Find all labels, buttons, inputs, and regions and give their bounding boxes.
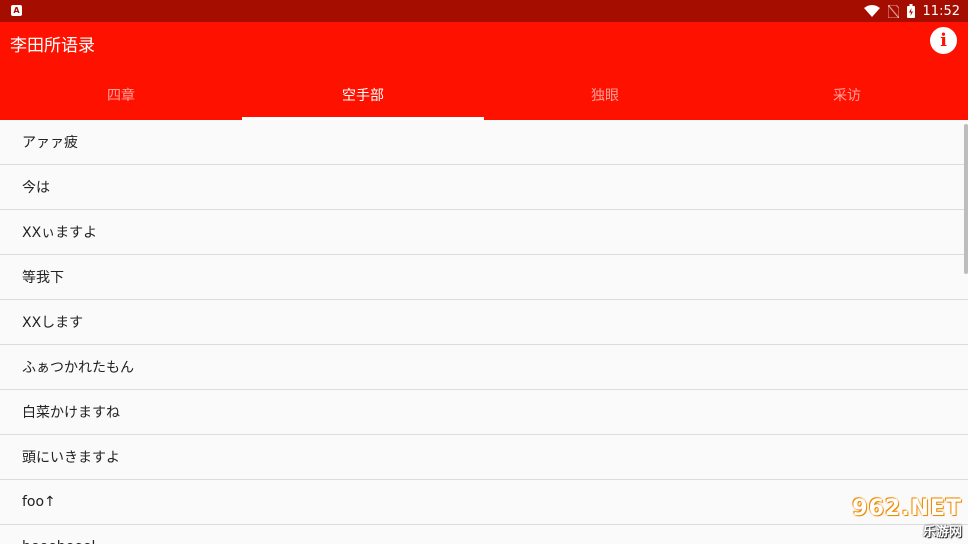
- scrollbar[interactable]: [964, 124, 968, 274]
- no-sim-icon: [887, 4, 899, 18]
- list-item[interactable]: 等我下: [0, 255, 968, 300]
- list-item[interactable]: アァァ疲: [0, 120, 968, 165]
- list-item[interactable]: XXします: [0, 300, 968, 345]
- tab-karate[interactable]: 空手部: [242, 70, 484, 120]
- list-item[interactable]: 白菜かけますね: [0, 390, 968, 435]
- clock: 11:52: [922, 3, 960, 19]
- list-item[interactable]: ふぁつかれたもん: [0, 345, 968, 390]
- notification-icon: A: [11, 5, 22, 16]
- wifi-icon: [863, 5, 880, 17]
- info-icon: i: [940, 30, 947, 51]
- watermark-bottom: 乐游网: [922, 525, 962, 540]
- tab-bar: 四章 空手部 独眼 采访: [0, 70, 968, 120]
- list-item[interactable]: 頭にいきますよ: [0, 435, 968, 480]
- list-item[interactable]: foo↑: [0, 480, 968, 525]
- tab-sizhang[interactable]: 四章: [0, 70, 242, 120]
- app-title: 李田所语录: [10, 36, 95, 56]
- quote-list[interactable]: アァァ疲 今は XXぃますよ 等我下 XXします ふぁつかれたもん 白菜かけます…: [0, 120, 968, 544]
- tab-interview[interactable]: 采访: [726, 70, 968, 120]
- site-watermark: 962.NET 乐游网: [832, 496, 962, 540]
- status-bar: A 11:52: [0, 0, 968, 22]
- info-button[interactable]: i: [930, 27, 957, 54]
- app-bar: 李田所语录 i 四章 空手部 独眼 采访: [0, 22, 968, 120]
- list-item[interactable]: beeebeeel: [0, 525, 968, 544]
- battery-charging-icon: [906, 4, 915, 18]
- tab-dokugan[interactable]: 独眼: [484, 70, 726, 120]
- list-item[interactable]: XXぃますよ: [0, 210, 968, 255]
- status-icons: 11:52: [863, 0, 960, 22]
- list-item[interactable]: 今は: [0, 165, 968, 210]
- watermark-top: 962.NET: [852, 496, 962, 521]
